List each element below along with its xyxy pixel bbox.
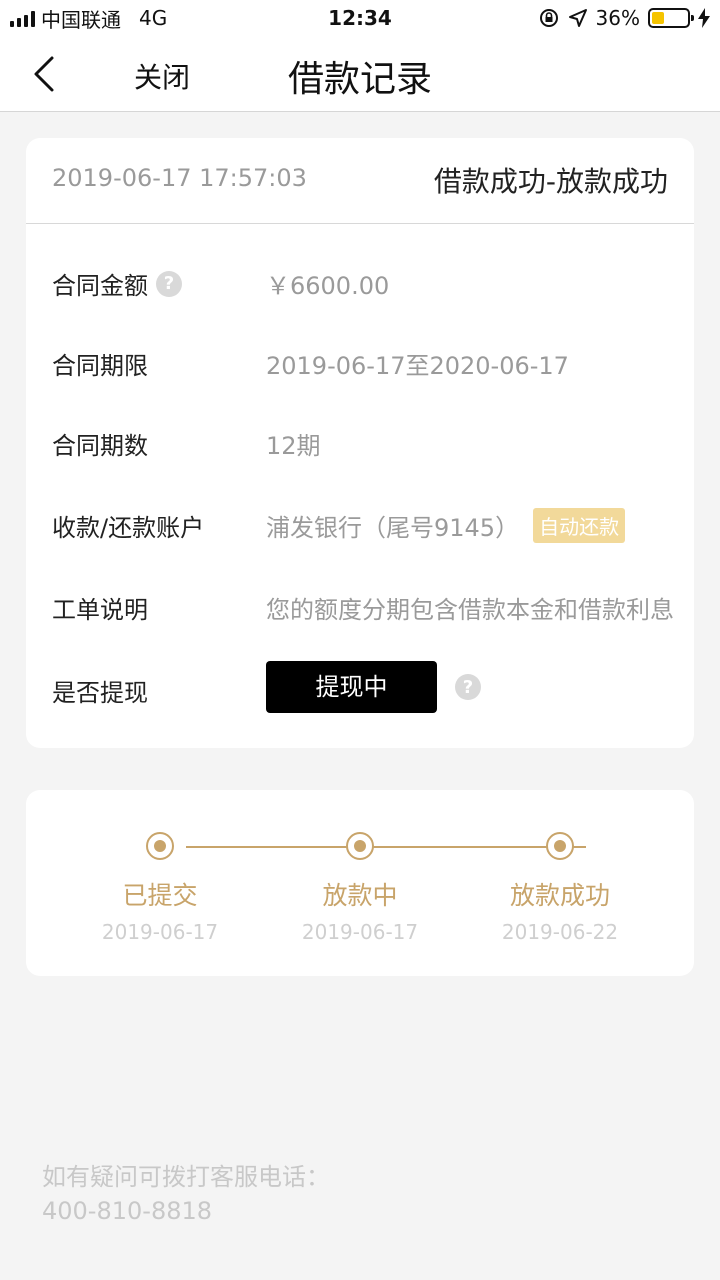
row-label: 是否提现 bbox=[52, 679, 148, 707]
row-label: 工单说明 bbox=[52, 596, 148, 624]
progress-step: 放款成功 2019-06-22 bbox=[460, 832, 660, 944]
customer-service-info: 如有疑问可拨打客服电话： 400-810-8818 bbox=[42, 1160, 330, 1228]
row-label: 合同金额 bbox=[52, 272, 148, 300]
location-arrow-icon bbox=[568, 9, 587, 27]
step-dot-icon bbox=[146, 832, 174, 860]
question-circle-icon[interactable]: ? bbox=[455, 674, 481, 700]
row-account: 收款/还款账户 浦发银行（尾号9145） 自动还款 bbox=[52, 504, 674, 544]
row-label: 合同期数 bbox=[52, 432, 148, 460]
contract-amount-value: ￥6600.00 bbox=[266, 272, 390, 300]
description-value: 您的额度分期包含借款本金和借款利息 bbox=[266, 596, 674, 624]
question-circle-icon[interactable]: ? bbox=[156, 270, 182, 297]
step-date: 2019-06-22 bbox=[501, 920, 619, 944]
row-contract-term: 合同期限 2019-06-17至2020-06-17 bbox=[52, 342, 674, 382]
row-label: 收款/还款账户 bbox=[52, 514, 205, 542]
step-date: 2019-06-17 bbox=[101, 920, 219, 944]
auto-repay-badge: 自动还款 bbox=[533, 508, 626, 543]
step-dot-icon bbox=[346, 832, 374, 860]
bolt-icon bbox=[698, 8, 710, 28]
row-installments: 合同期数 12期 bbox=[52, 422, 674, 462]
contract-term-value: 2019-06-17至2020-06-17 bbox=[266, 352, 569, 380]
step-label: 已提交 bbox=[122, 881, 198, 910]
status-bar: 中国联通 4G 12:34 36% bbox=[0, 0, 720, 38]
step-dot-icon bbox=[546, 832, 574, 860]
withdraw-status-button[interactable]: 提现中 bbox=[266, 661, 437, 713]
step-label: 放款成功 bbox=[509, 881, 610, 910]
row-label: 合同期限 bbox=[52, 352, 148, 380]
progress-card: 已提交 2019-06-17 放款中 2019-06-17 放款成功 2019-… bbox=[26, 790, 694, 976]
hotline-label: 如有疑问可拨打客服电话： bbox=[42, 1163, 330, 1191]
battery-icon bbox=[648, 8, 694, 28]
loan-detail-card: 2019-06-17 17:57:03 借款成功-放款成功 合同金额 ? ￥66… bbox=[26, 138, 694, 748]
step-label: 放款中 bbox=[322, 881, 398, 910]
hotline-number[interactable]: 400-810-8818 bbox=[42, 1194, 330, 1228]
detail-header: 2019-06-17 17:57:03 借款成功-放款成功 bbox=[26, 138, 694, 224]
battery-percent: 36% bbox=[595, 6, 640, 30]
installments-value: 12期 bbox=[266, 432, 321, 460]
loan-datetime: 2019-06-17 17:57:03 bbox=[52, 164, 307, 192]
row-withdraw: 是否提现 提现中 ? bbox=[52, 661, 674, 717]
progress-step: 放款中 2019-06-17 bbox=[260, 832, 460, 944]
progress-step: 已提交 2019-06-17 bbox=[60, 832, 260, 944]
rotation-lock-icon bbox=[539, 9, 558, 27]
page-title: 借款记录 bbox=[287, 59, 432, 100]
row-contract-amount: 合同金额 ? ￥6600.00 bbox=[52, 262, 674, 302]
status-right: 36% bbox=[538, 6, 710, 30]
account-value: 浦发银行（尾号9145） bbox=[266, 514, 520, 542]
row-description: 工单说明 您的额度分期包含借款本金和借款利息 bbox=[52, 586, 674, 626]
step-date: 2019-06-17 bbox=[301, 920, 419, 944]
loan-status: 借款成功-放款成功 bbox=[433, 165, 668, 198]
nav-bar: 关闭 借款记录 bbox=[0, 38, 720, 112]
